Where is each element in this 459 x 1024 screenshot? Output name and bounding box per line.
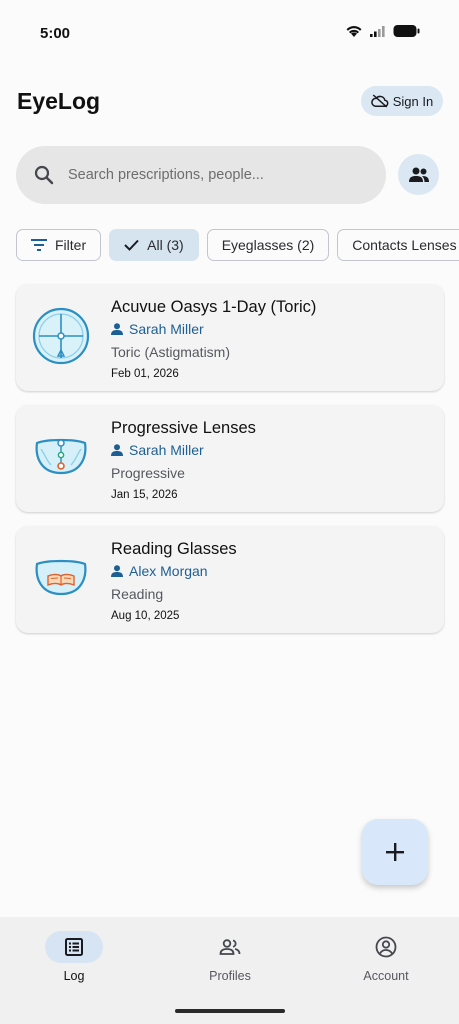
search-bar[interactable] [16,146,386,204]
card-title: Acuvue Oasys 1-Day (Toric) [111,298,317,316]
sign-in-label: Sign In [392,93,434,109]
nav-pill [45,931,103,963]
prescription-card[interactable]: Progressive Lenses Sarah Miller Progress… [16,405,444,512]
search-input[interactable] [68,167,348,183]
filter-chip-label: Filter [55,237,87,253]
battery-icon [393,25,420,37]
progressive-lens-icon [35,438,87,475]
search-row [0,146,459,204]
app-header: EyeLog Sign In [0,84,459,120]
person-icon [111,565,123,577]
check-icon [124,239,139,251]
chip-eyeglasses[interactable]: Eyeglasses (2) [206,229,330,261]
card-type: Progressive [111,465,185,481]
card-type: Toric (Astigmatism) [111,344,231,360]
card-date: Aug 10, 2025 [111,610,180,622]
card-person-name: Sarah Miller [129,442,204,458]
person-icon [111,444,123,456]
status-icons [345,24,421,38]
app-title: EyeLog [17,88,101,114]
sign-in-button[interactable]: Sign In [361,86,443,116]
card-person-name: Sarah Miller [129,321,204,337]
chip-contact-lenses-label: Contacts Lenses (1) [352,237,459,253]
wifi-icon [346,26,362,37]
filter-chip[interactable]: Filter [16,229,102,261]
nav-item-profiles[interactable]: Profiles [180,931,280,991]
chip-all[interactable]: All (3) [109,229,199,261]
signal-icon [370,26,385,37]
bottom-nav: Log Profiles Account [0,917,459,1024]
account-circle-icon [375,936,397,958]
cloud-off-icon [370,94,389,108]
card-date: Feb 01, 2026 [111,368,179,380]
card-person[interactable]: Sarah Miller [111,320,434,338]
search-icon [34,165,54,185]
toric-contact-lens-icon [32,307,90,365]
nav-label-log: Log [63,969,85,983]
prescription-card[interactable]: Reading Glasses Alex Morgan Reading Aug … [16,526,444,633]
card-type: Reading [111,586,164,602]
card-person[interactable]: Sarah Miller [111,441,434,459]
filter-chips: Filter All (3) Eyeglasses (2) Contacts L… [16,229,459,261]
card-person[interactable]: Alex Morgan [111,562,434,580]
people-icon [408,167,429,182]
reading-lens-icon [35,559,87,596]
status-time: 5:00 [40,25,71,42]
log-list-icon [65,938,83,956]
nav-item-log[interactable]: Log [24,931,124,991]
nav-pill [201,931,259,963]
card-title: Progressive Lenses [111,419,256,437]
card-date: Jan 15, 2026 [111,489,178,501]
nav-item-account[interactable]: Account [336,931,436,991]
filter-icon [31,239,47,251]
chip-all-label: All (3) [147,237,184,253]
card-title: Reading Glasses [111,540,237,558]
people-button[interactable] [398,154,439,195]
chip-contact-lenses[interactable]: Contacts Lenses (1) [337,229,459,261]
person-icon [111,323,123,335]
nav-label-account: Account [363,969,409,983]
plus-icon [386,843,404,861]
prescription-list: Acuvue Oasys 1-Day (Toric) Sarah Miller … [16,284,444,647]
add-prescription-button[interactable] [362,819,428,885]
nav-label-profiles: Profiles [209,969,251,983]
status-bar: 5:00 [0,0,459,66]
chip-eyeglasses-label: Eyeglasses (2) [221,237,315,253]
prescription-card[interactable]: Acuvue Oasys 1-Day (Toric) Sarah Miller … [16,284,444,391]
card-person-name: Alex Morgan [129,563,208,579]
home-indicator [175,1009,285,1013]
profiles-icon [219,939,241,955]
nav-pill [357,931,415,963]
